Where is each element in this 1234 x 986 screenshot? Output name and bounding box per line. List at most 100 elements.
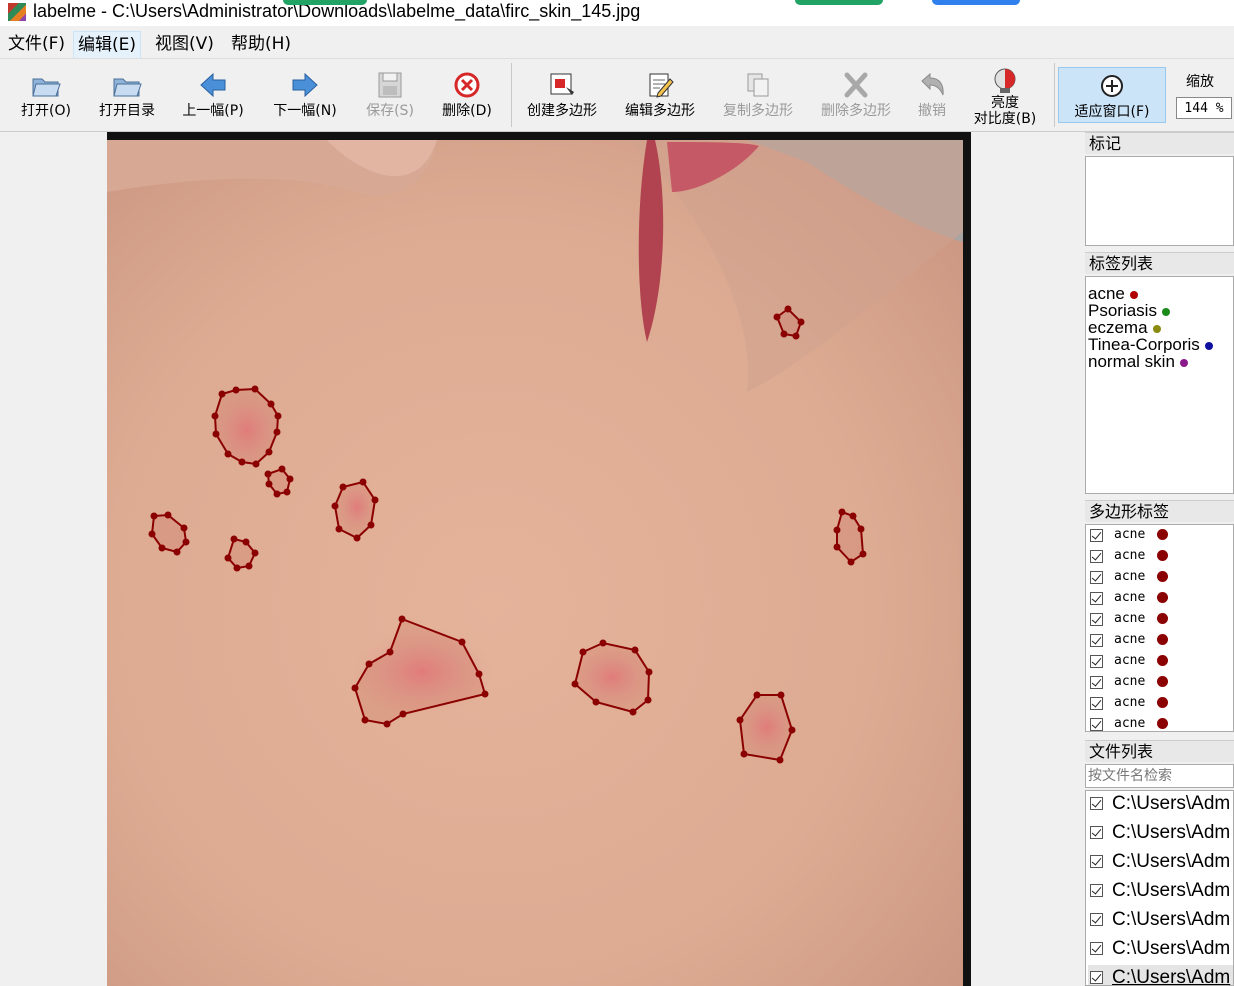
menu-bar: 文件(F) 编辑(E) 视图(V) 帮助(H) (0, 28, 1234, 59)
visibility-checkbox[interactable] (1090, 634, 1103, 647)
delete-polygon-button[interactable]: 删除多边形 (813, 67, 899, 127)
label-color-dot (1152, 324, 1161, 333)
label-color-dot (1179, 358, 1188, 367)
folder-open-icon (32, 78, 61, 97)
label-item-psoriasis[interactable]: Psoriasis (1088, 302, 1170, 319)
polygon-labels-list[interactable]: acne acne acne acne acne acne acne acne … (1085, 524, 1234, 732)
labelme-app-icon (8, 3, 26, 21)
polygon-item[interactable]: acne (1088, 588, 1228, 609)
file-checkbox[interactable] (1090, 942, 1103, 955)
menu-view[interactable]: 视图(V) (151, 31, 218, 57)
polygon-color-dot (1157, 634, 1168, 645)
label-color-dot (1161, 307, 1170, 316)
toolbar-separator (511, 63, 512, 127)
window-decoration-green (283, 0, 367, 5)
delete-circle-icon (454, 72, 480, 98)
label-list[interactable]: acne Psoriasis eczema Tinea-Corporis nor… (1085, 276, 1234, 494)
visibility-checkbox[interactable] (1090, 613, 1103, 626)
skin-photo[interactable] (107, 132, 971, 986)
polygon-color-dot (1157, 550, 1168, 561)
label-item-acne[interactable]: acne (1088, 285, 1138, 302)
open-button[interactable]: 打开(O) (3, 67, 89, 127)
delete-x-icon (844, 72, 868, 98)
create-polygon-icon (550, 73, 574, 95)
create-polygon-button[interactable]: 创建多边形 (519, 67, 605, 127)
menu-edit[interactable]: 编辑(E) (73, 31, 142, 59)
file-list-item[interactable]: C:\Users\Adm (1088, 849, 1233, 878)
next-image-button[interactable]: 下一幅(N) (262, 67, 348, 127)
label-list-panel-title: 标签列表 (1085, 252, 1234, 274)
file-list[interactable]: C:\Users\Adm C:\Users\Adm C:\Users\Adm C… (1085, 790, 1234, 986)
label-color-dot (1129, 290, 1138, 299)
copy-polygon-button[interactable]: 复制多边形 (715, 67, 801, 127)
file-list-item[interactable]: C:\Users\Adm (1088, 878, 1233, 907)
label-item-tinea-corporis[interactable]: Tinea-Corporis (1088, 336, 1213, 353)
visibility-checkbox[interactable] (1090, 592, 1103, 605)
visibility-checkbox[interactable] (1090, 718, 1103, 731)
open-dir-button[interactable]: 打开目录 (84, 67, 170, 127)
window-decoration-green-2 (795, 0, 883, 5)
visibility-checkbox[interactable] (1090, 529, 1103, 542)
polygon-item[interactable]: acne (1088, 672, 1228, 693)
file-list-item[interactable]: C:\Users\Adm (1088, 791, 1233, 820)
polygon-color-dot (1157, 613, 1168, 624)
file-list-item[interactable]: C:\Users\Adm (1088, 936, 1233, 965)
flags-list[interactable] (1085, 156, 1234, 246)
visibility-checkbox[interactable] (1090, 676, 1103, 689)
fit-window-icon (1101, 75, 1123, 97)
visibility-checkbox[interactable] (1090, 697, 1103, 710)
arrow-left-icon (200, 72, 226, 98)
save-button[interactable]: 保存(S) (347, 67, 433, 127)
toolbar-separator-2 (1054, 63, 1055, 127)
polygon-labels-panel-title: 多边形标签 (1085, 500, 1234, 522)
zoom-label: 缩放 (1186, 74, 1214, 90)
menu-help[interactable]: 帮助(H) (227, 31, 295, 57)
file-list-item[interactable]: C:\Users\Adm (1088, 820, 1233, 849)
polygon-item[interactable]: acne (1088, 693, 1228, 714)
undo-arrow-icon (921, 72, 944, 96)
file-list-item[interactable]: C:\Users\Adm (1088, 907, 1233, 936)
file-checkbox[interactable] (1090, 913, 1103, 926)
file-checkbox[interactable] (1090, 971, 1103, 984)
copy-icon (747, 73, 769, 97)
menu-file[interactable]: 文件(F) (4, 31, 69, 57)
delete-file-button[interactable]: 删除(D) (424, 67, 510, 127)
fit-window-button[interactable]: 适应窗口(F) (1058, 67, 1166, 123)
file-checkbox[interactable] (1090, 855, 1103, 868)
file-checkbox[interactable] (1090, 797, 1103, 810)
polygon-color-dot (1157, 697, 1168, 708)
file-list-panel-title: 文件列表 (1085, 740, 1234, 762)
brightness-contrast-button[interactable]: 亮度 对比度(B) (962, 67, 1048, 127)
visibility-checkbox[interactable] (1090, 571, 1103, 584)
polygon-item[interactable]: acne (1088, 630, 1228, 651)
file-list-item-selected[interactable]: C:\Users\Adm (1088, 965, 1233, 985)
label-item-eczema[interactable]: eczema (1088, 319, 1161, 336)
file-checkbox[interactable] (1090, 826, 1103, 839)
zoom-spinbox[interactable]: 144 % (1176, 97, 1232, 119)
file-checkbox[interactable] (1090, 884, 1103, 897)
polygon-color-dot (1157, 571, 1168, 582)
visibility-checkbox[interactable] (1090, 655, 1103, 668)
label-color-dot (1204, 341, 1213, 350)
file-search-input[interactable]: 按文件名检索 (1085, 764, 1234, 788)
label-item-normal-skin[interactable]: normal skin (1088, 353, 1188, 370)
image-canvas[interactable] (0, 132, 1078, 986)
polygon-item[interactable]: acne (1088, 714, 1228, 731)
polygon-color-dot (1157, 529, 1168, 540)
window-decoration-blue (932, 0, 1020, 5)
edit-polygon-button[interactable]: 编辑多边形 (617, 67, 703, 127)
prev-image-button[interactable]: 上一幅(P) (170, 67, 256, 127)
polygon-item[interactable]: acne (1088, 525, 1228, 546)
polygon-item[interactable]: acne (1088, 609, 1228, 630)
polygon-item[interactable]: acne (1088, 651, 1228, 672)
polygon-item[interactable]: acne (1088, 567, 1228, 588)
polygon-item[interactable]: acne (1088, 546, 1228, 567)
flags-panel-title: 标记 (1085, 132, 1234, 154)
arrow-right-icon (292, 72, 318, 98)
edit-pencil-icon (649, 73, 674, 98)
brightness-contrast-icon (994, 68, 1016, 93)
folder-icon (113, 78, 142, 97)
visibility-checkbox[interactable] (1090, 550, 1103, 563)
polygon-color-dot (1157, 676, 1168, 687)
toolbar: 打开(O) 打开目录 上一幅(P) 下一幅(N) 保存(S) 删除(D) 创建多… (0, 58, 1234, 132)
